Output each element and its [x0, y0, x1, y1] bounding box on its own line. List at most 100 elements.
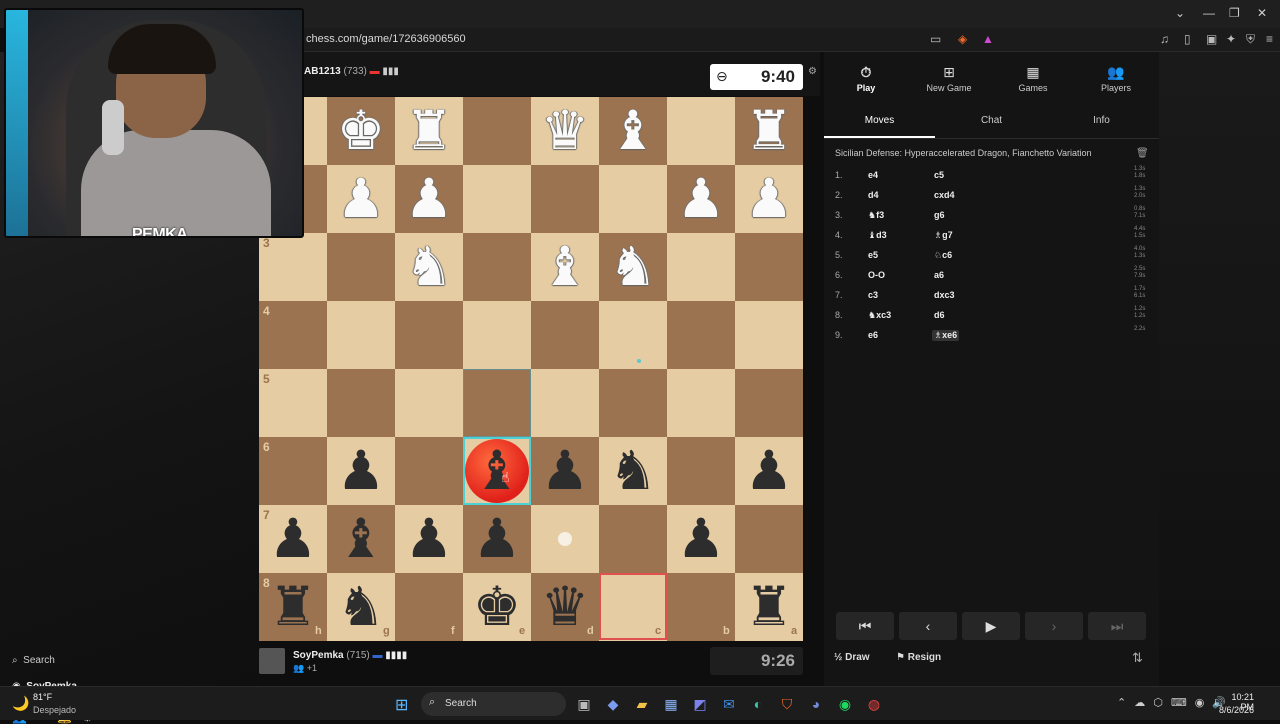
board-square[interactable]: [667, 369, 735, 437]
prev-move-button[interactable]: ‹: [899, 612, 957, 640]
board-square[interactable]: [531, 165, 599, 233]
close-icon[interactable]: ✕: [1257, 6, 1267, 20]
board-square[interactable]: [463, 233, 531, 301]
minimize-icon[interactable]: —: [1203, 6, 1215, 20]
cast-icon[interactable]: ▭: [930, 32, 941, 46]
vpn-icon[interactable]: ⛨: [1246, 32, 1255, 47]
board-square[interactable]: [735, 505, 803, 573]
rewards-icon[interactable]: ▲: [982, 32, 994, 46]
tab-info[interactable]: Info: [1046, 110, 1157, 138]
chess-piece[interactable]: ♟: [395, 505, 463, 573]
board-square[interactable]: [531, 369, 599, 437]
music-icon[interactable]: ♫: [1160, 32, 1169, 46]
chess-piece[interactable]: ♟: [531, 437, 599, 505]
board-square[interactable]: [599, 369, 667, 437]
chess-piece[interactable]: ♟: [395, 165, 463, 233]
white-move[interactable]: O-O: [868, 270, 885, 280]
outlook-icon[interactable]: ✉: [719, 694, 739, 714]
legal-move-dot[interactable]: [558, 532, 572, 546]
next-move-button[interactable]: ›: [1025, 612, 1083, 640]
chess-piece[interactable]: ♜: [395, 97, 463, 165]
tab-list-icon[interactable]: ⌄: [1175, 6, 1185, 20]
store-icon[interactable]: ▦: [661, 694, 681, 714]
flip-board-icon[interactable]: ⇅: [1132, 650, 1143, 666]
board-square[interactable]: [463, 165, 531, 233]
chess-piece[interactable]: ♛: [531, 97, 599, 165]
white-move[interactable]: ♞f3: [868, 210, 884, 221]
sidebar-icon[interactable]: ▯: [1184, 32, 1191, 46]
url-text[interactable]: chess.com/game/172636906560: [306, 33, 466, 45]
board-square[interactable]: [327, 369, 395, 437]
white-move[interactable]: e6: [868, 330, 878, 340]
white-move[interactable]: e4: [868, 170, 878, 180]
board-square[interactable]: [667, 301, 735, 369]
brave-shield-icon[interactable]: ◈: [958, 32, 967, 46]
chess-piece[interactable]: ♝: [463, 437, 531, 505]
black-move[interactable]: a6: [932, 270, 946, 280]
discord-icon[interactable]: ◕: [806, 694, 826, 714]
weather-temp[interactable]: 81°F: [33, 692, 52, 702]
brave-icon[interactable]: ⛉: [777, 694, 797, 714]
board-square[interactable]: [463, 301, 531, 369]
chess-piece[interactable]: ♝: [599, 97, 667, 165]
white-move[interactable]: ♝d3: [868, 230, 887, 241]
chess-piece[interactable]: ♚: [327, 97, 395, 165]
white-move[interactable]: ♞xc3: [868, 310, 891, 321]
board-square[interactable]: [327, 233, 395, 301]
chess-piece[interactable]: ♝: [531, 233, 599, 301]
avatar[interactable]: [259, 648, 285, 674]
maximize-icon[interactable]: ❐: [1229, 6, 1240, 20]
top-player-info[interactable]: AB1213 (733) ▬ ▮▮▮: [304, 66, 399, 77]
chess-piece[interactable]: ♚: [463, 573, 531, 641]
chess-piece[interactable]: ♟: [327, 165, 395, 233]
address-bar[interactable]: chess.com/game/172636906560 ▭ ◈ ▲ ♫ ▯ ▣ …: [300, 28, 1280, 52]
windows-start-icon[interactable]: ⊞: [395, 695, 408, 715]
chess-board[interactable]: 3 4 5 6 7 8 h g f e d c b a ♚ ♜ ♛ ♝ ♜ ♟ ♟ ♟ ♟ ♞ ♝ ♞ ♟ ♝ ♟ ♞ ♟ ♟ ♝ ♟ ♟ ♟ ♜ ♞ ♚ ♛…: [259, 97, 803, 641]
weather-desc[interactable]: Despejado: [33, 705, 76, 715]
black-move[interactable]: ♗xe6: [932, 330, 960, 341]
board-settings-icon[interactable]: ⚙: [808, 66, 817, 77]
spotify-icon[interactable]: ◉: [835, 694, 855, 714]
taskbar-search[interactable]: ⌕ Search: [421, 692, 566, 716]
board-square[interactable]: [395, 437, 463, 505]
white-move[interactable]: e5: [868, 250, 878, 260]
tab-moves[interactable]: Moves: [824, 110, 935, 138]
board-square[interactable]: [531, 301, 599, 369]
trash-icon[interactable]: 🗑: [1136, 148, 1149, 159]
bottom-player-info[interactable]: SoyPemka (715) ▬ ▮▮▮▮ 👥 +1: [259, 646, 709, 676]
chess-piece[interactable]: ♟: [735, 165, 803, 233]
chess-piece[interactable]: ♜: [735, 97, 803, 165]
chess-piece[interactable]: ♟: [327, 437, 395, 505]
tab-chat[interactable]: Chat: [936, 110, 1047, 138]
board-square[interactable]: [667, 437, 735, 505]
board-square[interactable]: [395, 301, 463, 369]
black-move[interactable]: c5: [932, 170, 946, 180]
board-square[interactable]: [327, 301, 395, 369]
resign-button[interactable]: ⚑ Resign: [896, 652, 941, 663]
chess-piece[interactable]: ♞: [395, 233, 463, 301]
black-move[interactable]: ♘c6: [932, 250, 954, 261]
teams-icon[interactable]: ◩: [690, 694, 710, 714]
nav-new-game[interactable]: ⊞ New Game: [919, 64, 979, 93]
ai-icon[interactable]: ✦: [1226, 32, 1236, 46]
black-move[interactable]: cxd4: [932, 190, 957, 200]
chess-piece[interactable]: ♟: [259, 505, 327, 573]
nav-play[interactable]: ⏱ Play: [836, 64, 896, 93]
chess-piece[interactable]: ♞: [327, 573, 395, 641]
chess-piece[interactable]: ♟: [735, 437, 803, 505]
sidebar-search[interactable]: ⌕ Search: [12, 655, 55, 666]
play-button[interactable]: ▶: [962, 612, 1020, 640]
board-square[interactable]: [599, 505, 667, 573]
chess-piece[interactable]: ♟: [667, 165, 735, 233]
file-explorer-icon[interactable]: ▰: [632, 694, 652, 714]
chess-piece[interactable]: ♜: [735, 573, 803, 641]
board-square[interactable]: [735, 233, 803, 301]
board-square[interactable]: [395, 369, 463, 437]
black-move[interactable]: ♗g7: [932, 230, 955, 241]
chess-piece[interactable]: ♜: [259, 573, 327, 641]
board-square[interactable]: [735, 301, 803, 369]
chess-piece[interactable]: ♟: [463, 505, 531, 573]
chess-piece[interactable]: ♞: [599, 233, 667, 301]
board-square[interactable]: [599, 301, 667, 369]
last-move-button[interactable]: ⏭: [1088, 612, 1146, 640]
